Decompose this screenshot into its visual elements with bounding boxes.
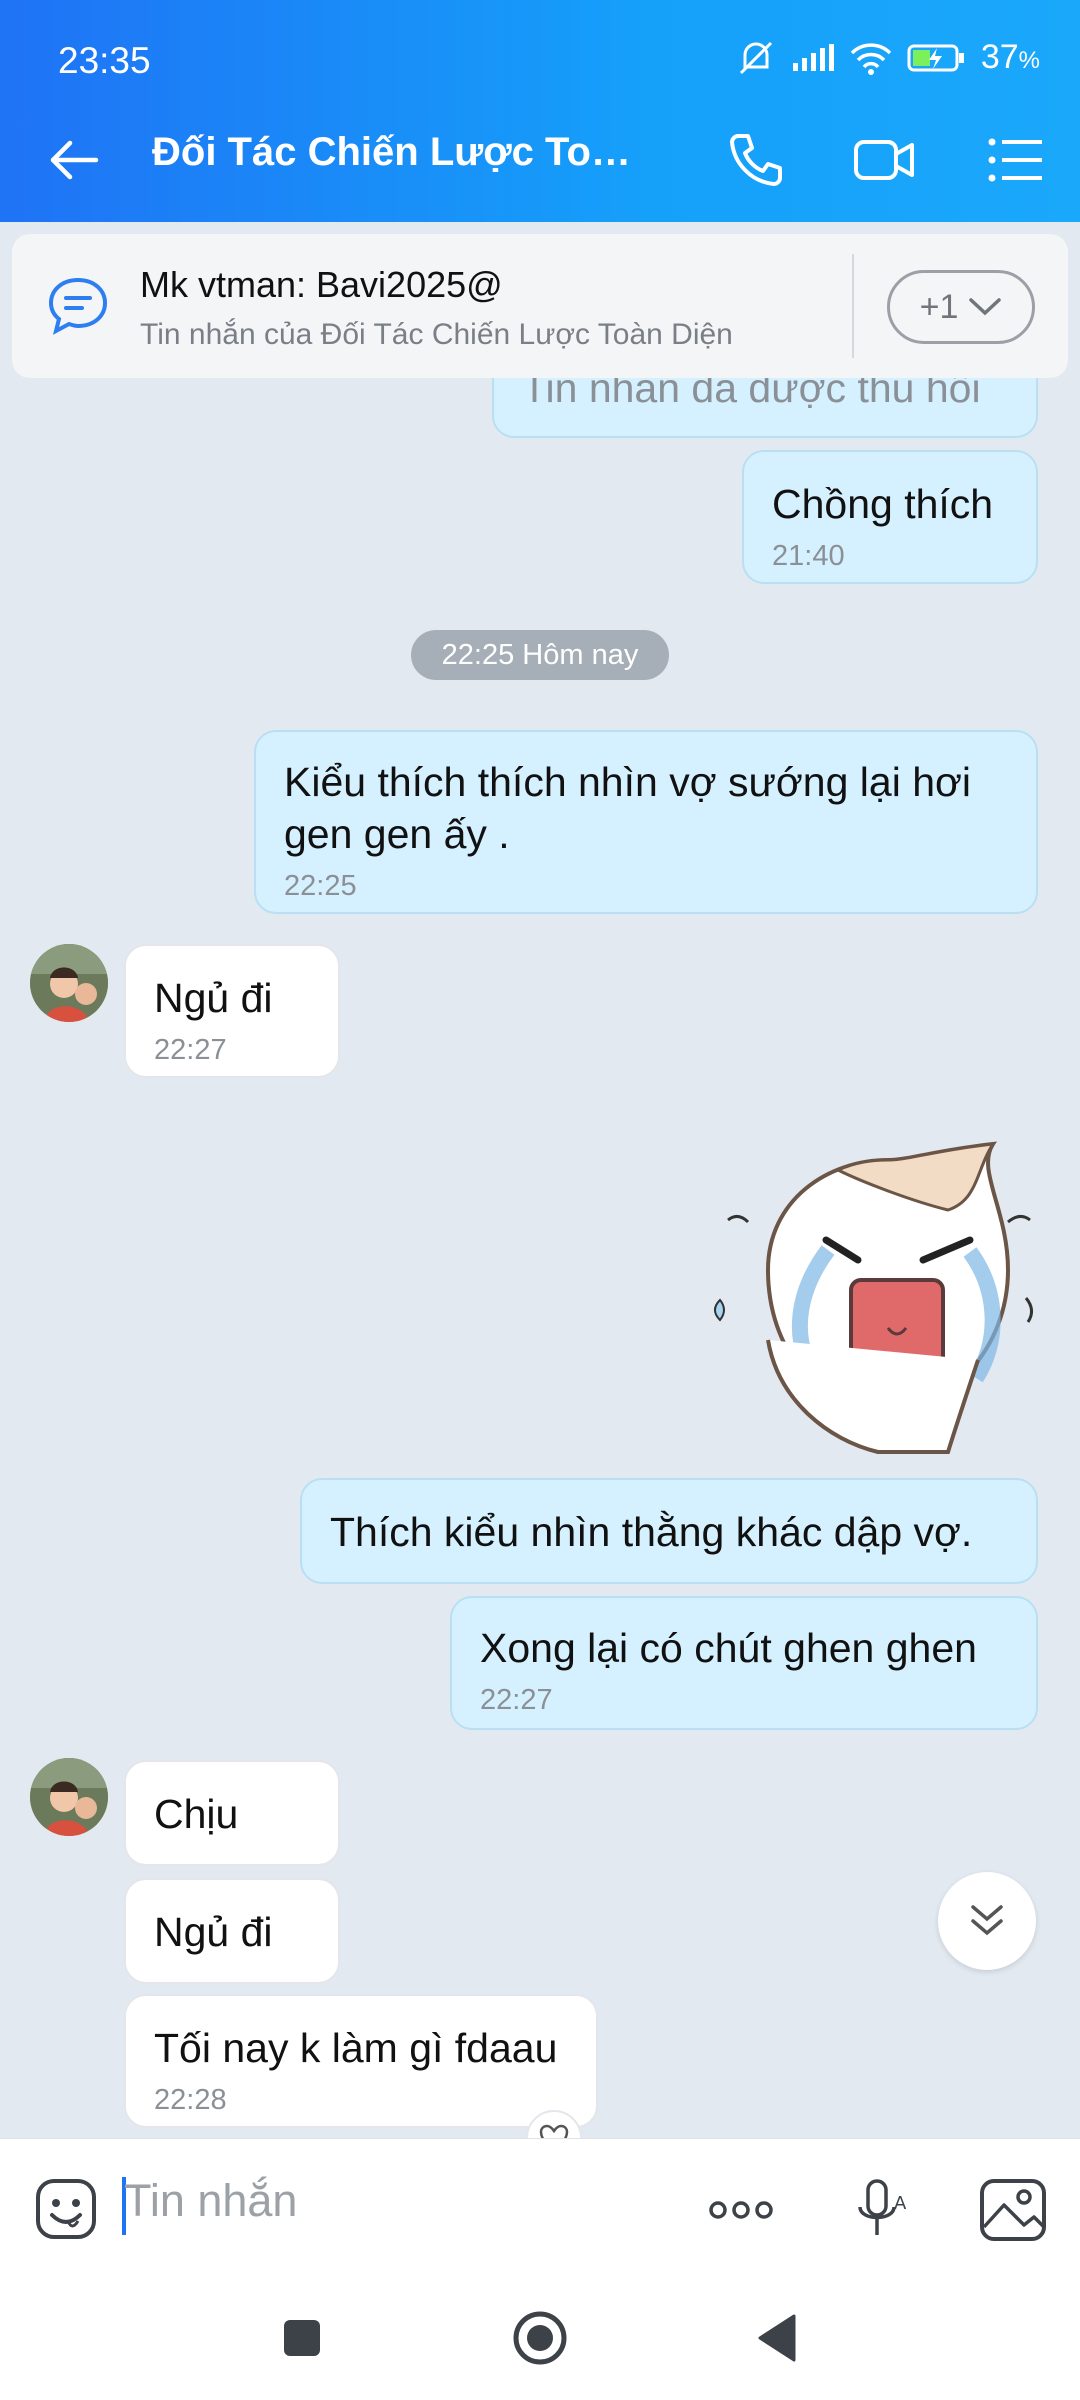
phone-call-icon[interactable] [724, 128, 788, 192]
svg-text:A: A [894, 2193, 907, 2214]
double-chevron-down-icon [971, 1905, 1003, 1936]
message-text: Thích kiểu nhìn thằng khác dập vợ. [330, 1509, 973, 1555]
signal-icon [792, 43, 834, 71]
message-time: 22:25 [284, 870, 357, 902]
heart-icon [539, 2124, 569, 2138]
date-chip: 22:25 Hôm nay [411, 630, 669, 680]
menu-list-icon[interactable] [984, 128, 1048, 192]
system-navigation-bar [0, 2276, 1080, 2400]
message-bubble-received[interactable]: Ngủ đi 22:27 [124, 944, 340, 1078]
back-nav-icon[interactable] [746, 2306, 810, 2370]
image-gallery-icon[interactable] [978, 2175, 1048, 2245]
message-bubble-received[interactable]: Chịu [124, 1760, 340, 1866]
message-text: Xong lại có chút ghen ghen [480, 1625, 977, 1671]
message-time: 21:40 [772, 540, 845, 572]
message-input-bar: Tin nhắn A [0, 2138, 1080, 2276]
battery-percent: 37% [980, 38, 1040, 76]
message-time: 22:27 [154, 1034, 227, 1066]
message-bubble-sent[interactable]: Thích kiểu nhìn thằng khác dập vợ. [300, 1478, 1038, 1584]
message-text: Kiểu thích thích nhìn vợ sướng lại hơi g… [284, 759, 972, 857]
more-options-icon[interactable] [706, 2175, 776, 2245]
message-input[interactable]: Tin nhắn [124, 2175, 297, 2227]
pinned-message[interactable]: Mk vtman: Bavi2025@ Tin nhắn của Đối Tác… [12, 234, 1068, 378]
avatar-photo [30, 944, 108, 1022]
home-icon[interactable] [508, 2306, 572, 2370]
message-bubble-received[interactable]: Ngủ đi [124, 1878, 340, 1984]
crying-sticker[interactable] [708, 1140, 1038, 1456]
message-text: Chồng thích [772, 481, 994, 527]
message-text: Ngủ đi [154, 975, 273, 1021]
wifi-icon [850, 42, 892, 75]
pinned-more-button[interactable]: +1 [887, 270, 1035, 344]
message-text: Chịu [154, 1791, 239, 1837]
avatar-photo [30, 1758, 108, 1836]
chevron-down-icon [969, 298, 1002, 316]
back-arrow-icon[interactable] [46, 132, 102, 188]
reaction-button[interactable] [526, 2110, 582, 2138]
battery-icon [907, 44, 964, 71]
chat-header: 23:35 37% Đối Tác Chiến Lược Toà... [0, 0, 1080, 222]
emoji-icon[interactable] [34, 2177, 98, 2241]
pinned-subtitle: Tin nhắn của Đối Tác Chiến Lược Toàn Diệ… [140, 318, 733, 351]
message-text: Tối nay k làm gì fdaau [154, 2025, 558, 2071]
voice-input-icon[interactable]: A [846, 2175, 916, 2245]
recent-apps-icon[interactable] [270, 2306, 334, 2370]
avatar[interactable] [30, 944, 108, 1022]
message-bubble-sent[interactable]: Chồng thích 21:40 [742, 450, 1038, 584]
message-bubble-sent[interactable]: Kiểu thích thích nhìn vợ sướng lại hơi g… [254, 730, 1038, 914]
status-icons: 37% [735, 38, 1040, 77]
chat-title[interactable]: Đối Tác Chiến Lược Toà... [152, 130, 642, 175]
message-text: Ngủ đi [154, 1909, 273, 1955]
message-bubble-sent[interactable]: Xong lại có chút ghen ghen 22:27 [450, 1596, 1038, 1730]
pinned-title: Mk vtman: Bavi2025@ [140, 264, 503, 305]
video-call-icon[interactable] [852, 128, 916, 192]
scroll-to-bottom-button[interactable] [938, 1872, 1036, 1970]
message-time: 22:28 [154, 2084, 227, 2116]
pinned-more-label: +1 [919, 287, 959, 326]
status-time: 23:35 [58, 40, 151, 81]
chat-bubble-icon [48, 277, 108, 335]
message-bubble-received[interactable]: Tối nay k làm gì fdaau 22:28 [124, 1994, 598, 2128]
avatar[interactable] [30, 1758, 108, 1836]
divider [852, 254, 854, 358]
mute-icon [739, 41, 772, 74]
message-time: 22:27 [480, 1684, 553, 1716]
